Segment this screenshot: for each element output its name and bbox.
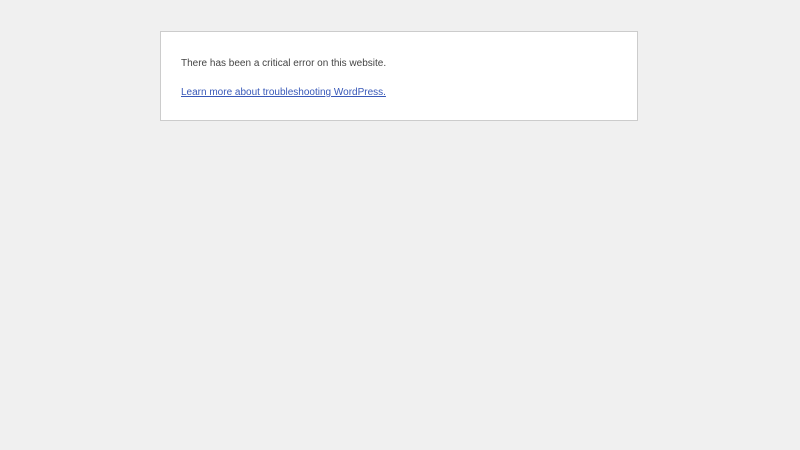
error-box: There has been a critical error on this … — [160, 31, 638, 121]
error-message: There has been a critical error on this … — [181, 58, 387, 69]
help-link-container: Learn more about troubleshooting WordPre… — [181, 86, 386, 100]
troubleshooting-link[interactable]: Learn more about troubleshooting WordPre… — [181, 87, 386, 98]
